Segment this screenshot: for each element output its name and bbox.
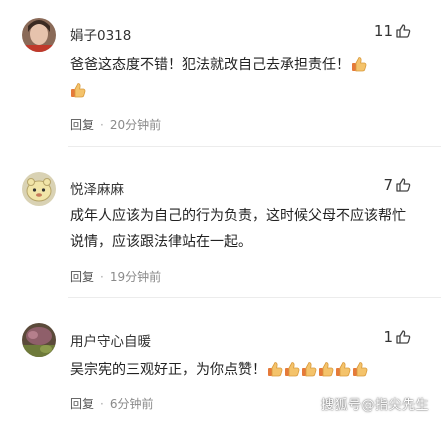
thumbs-up-outline-icon [395,329,411,345]
like-count: 1 [383,328,393,346]
like-count: 7 [383,176,393,194]
like-button[interactable]: 7 [383,176,411,194]
reply-button[interactable]: 回复 [70,116,94,133]
thumbs-up-emoji-icon [284,361,300,377]
divider [68,297,441,298]
thumbs-up-emoji-icon [267,361,283,377]
comment-text: 成年人应该为自己的行为负责，这时候父母不应该帮忙说情，应该跟法律站在一起。 [70,208,406,250]
avatar[interactable] [22,323,56,357]
username[interactable]: 娟子0318 [70,24,131,44]
comment-text: 吴宗宪的三观好正，为你点赞！ [70,357,415,383]
thumbs-up-outline-icon [395,23,411,39]
avatar[interactable] [22,172,56,206]
reply-button[interactable]: 回复 [70,268,94,285]
username[interactable]: 悦泽麻麻 [70,178,124,198]
thumbs-up-outline-icon [395,177,411,193]
comment-text: 爸爸这态度不错！犯法就改自己去承担责任！ [70,52,415,104]
divider [68,146,441,147]
like-count: 11 [373,22,393,40]
like-button[interactable]: 1 [383,328,411,346]
reply-button[interactable]: 回复 [70,395,94,412]
meta-separator: · [100,396,104,411]
thumbs-up-emoji-icon [70,82,86,98]
meta-separator: · [100,117,104,132]
thumbs-up-emoji-icon [352,361,368,377]
like-button[interactable]: 11 [374,22,411,40]
thumbs-up-emoji-icon [301,361,317,377]
comment-time: 19分钟前 [109,270,162,284]
comment-meta: 回复 · 6分钟前 [70,395,153,412]
comment-list: 娟子0318 11 爸爸这态度不错！犯法就改自己去承担责任！ 回复 · 20分钟… [0,0,441,422]
comment-meta: 回复 · 19分钟前 [70,268,161,285]
username[interactable]: 用户守心自暖 [70,330,151,350]
avatar[interactable] [22,18,56,52]
comment-text-content: 吴宗宪的三观好正，为你点赞！ [70,362,266,378]
meta-separator: · [100,269,104,284]
thumbs-up-emoji-icon [318,361,334,377]
comment-text-content: 爸爸这态度不错！犯法就改自己去承担责任！ [70,57,350,73]
comment-meta: 回复 · 20分钟前 [70,116,161,133]
comment-time: 6分钟前 [109,397,154,411]
comment-time: 20分钟前 [109,118,162,132]
thumbs-up-emoji-icon [351,56,367,72]
thumbs-up-emoji-icon [335,361,351,377]
watermark: 搜狐号@指尖先生 [320,398,429,413]
